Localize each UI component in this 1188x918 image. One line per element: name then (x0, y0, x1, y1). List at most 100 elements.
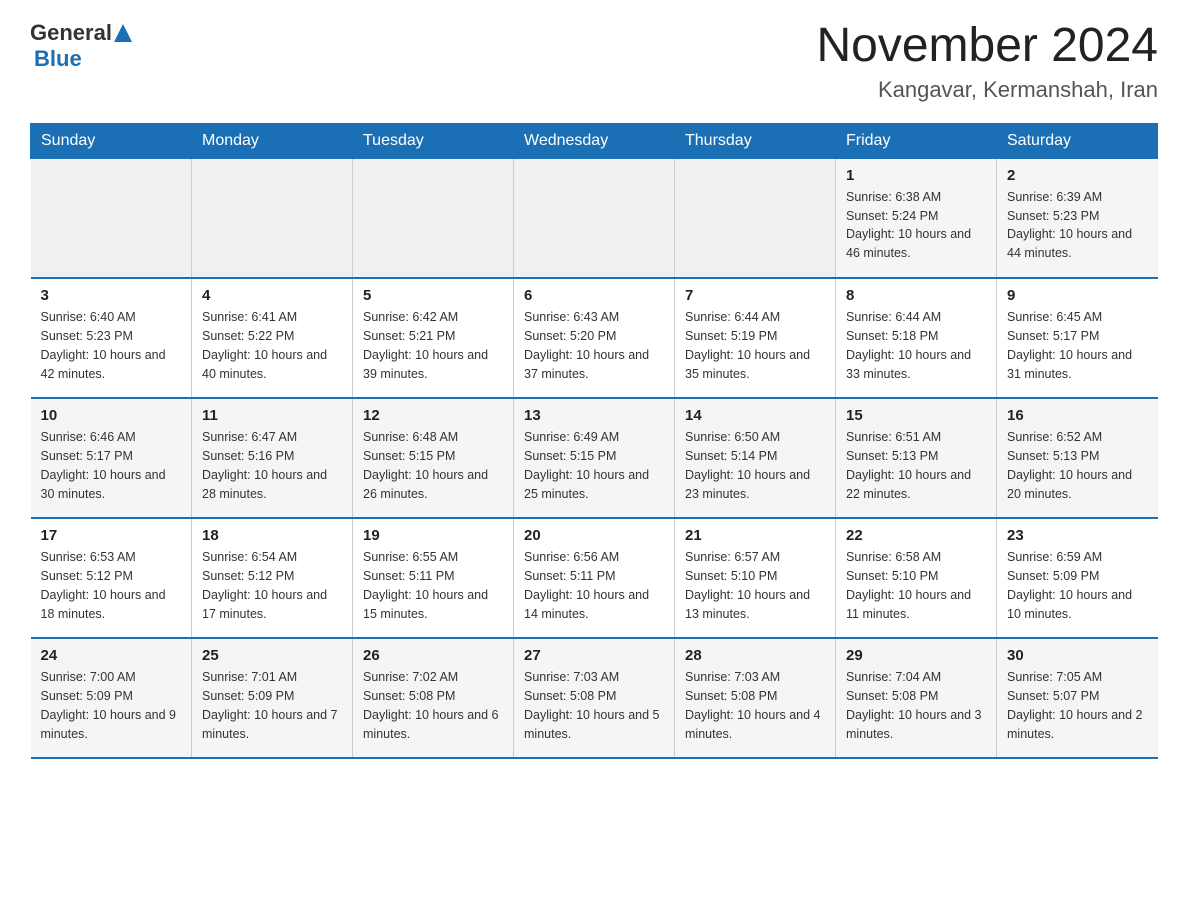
day-number: 23 (1007, 527, 1148, 544)
calendar-cell: 23 Sunrise: 6:59 AM Sunset: 5:09 PM Dayli… (997, 518, 1158, 638)
day-number: 11 (202, 407, 342, 424)
calendar-week-row: 17 Sunrise: 6:53 AM Sunset: 5:12 PM Dayli… (31, 518, 1158, 638)
day-info: Sunrise: 6:39 AM Sunset: 5:23 PM Dayligh… (1007, 188, 1148, 263)
day-info: Sunrise: 6:55 AM Sunset: 5:11 PM Dayligh… (363, 548, 503, 623)
day-info: Sunrise: 6:38 AM Sunset: 5:24 PM Dayligh… (846, 188, 986, 263)
calendar-cell: 14 Sunrise: 6:50 AM Sunset: 5:14 PM Dayli… (675, 398, 836, 518)
day-number: 27 (524, 647, 664, 664)
calendar-cell (31, 158, 192, 278)
day-number: 16 (1007, 407, 1148, 424)
weekday-header-monday: Monday (192, 123, 353, 158)
day-info: Sunrise: 6:54 AM Sunset: 5:12 PM Dayligh… (202, 548, 342, 623)
day-number: 28 (685, 647, 825, 664)
calendar-cell: 7 Sunrise: 6:44 AM Sunset: 5:19 PM Daylig… (675, 278, 836, 398)
day-info: Sunrise: 6:44 AM Sunset: 5:19 PM Dayligh… (685, 308, 825, 383)
calendar-cell: 10 Sunrise: 6:46 AM Sunset: 5:17 PM Dayli… (31, 398, 192, 518)
weekday-header-tuesday: Tuesday (353, 123, 514, 158)
day-number: 4 (202, 287, 342, 304)
calendar-week-row: 1 Sunrise: 6:38 AM Sunset: 5:24 PM Daylig… (31, 158, 1158, 278)
day-info: Sunrise: 6:49 AM Sunset: 5:15 PM Dayligh… (524, 428, 664, 503)
day-number: 24 (41, 647, 182, 664)
logo-blue-text: Blue (34, 46, 82, 71)
day-info: Sunrise: 7:03 AM Sunset: 5:08 PM Dayligh… (685, 668, 825, 743)
calendar-cell: 28 Sunrise: 7:03 AM Sunset: 5:08 PM Dayli… (675, 638, 836, 758)
weekday-header-thursday: Thursday (675, 123, 836, 158)
logo: General Blue (30, 20, 132, 72)
day-info: Sunrise: 6:48 AM Sunset: 5:15 PM Dayligh… (363, 428, 503, 503)
location-subtitle: Kangavar, Kermanshah, Iran (816, 77, 1158, 103)
day-info: Sunrise: 6:59 AM Sunset: 5:09 PM Dayligh… (1007, 548, 1148, 623)
weekday-header-saturday: Saturday (997, 123, 1158, 158)
calendar-cell: 29 Sunrise: 7:04 AM Sunset: 5:08 PM Dayli… (836, 638, 997, 758)
day-info: Sunrise: 6:46 AM Sunset: 5:17 PM Dayligh… (41, 428, 182, 503)
day-info: Sunrise: 6:47 AM Sunset: 5:16 PM Dayligh… (202, 428, 342, 503)
calendar-cell (192, 158, 353, 278)
day-info: Sunrise: 6:50 AM Sunset: 5:14 PM Dayligh… (685, 428, 825, 503)
day-number: 29 (846, 647, 986, 664)
logo-general-text: General (30, 20, 112, 46)
calendar-cell: 9Sunrise: 6:45 AM Sunset: 5:17 PM Daylig… (997, 278, 1158, 398)
day-number: 10 (41, 407, 182, 424)
day-info: Sunrise: 7:02 AM Sunset: 5:08 PM Dayligh… (363, 668, 503, 743)
day-info: Sunrise: 6:56 AM Sunset: 5:11 PM Dayligh… (524, 548, 664, 623)
day-number: 8 (846, 287, 986, 304)
day-info: Sunrise: 6:51 AM Sunset: 5:13 PM Dayligh… (846, 428, 986, 503)
day-info: Sunrise: 6:53 AM Sunset: 5:12 PM Dayligh… (41, 548, 182, 623)
calendar-cell: 18Sunrise: 6:54 AM Sunset: 5:12 PM Dayli… (192, 518, 353, 638)
month-year-title: November 2024 (816, 20, 1158, 73)
day-number: 25 (202, 647, 342, 664)
calendar-cell: 26Sunrise: 7:02 AM Sunset: 5:08 PM Dayli… (353, 638, 514, 758)
day-info: Sunrise: 6:58 AM Sunset: 5:10 PM Dayligh… (846, 548, 986, 623)
calendar-cell: 27 Sunrise: 7:03 AM Sunset: 5:08 PM Dayli… (514, 638, 675, 758)
calendar-cell: 16 Sunrise: 6:52 AM Sunset: 5:13 PM Dayli… (997, 398, 1158, 518)
day-number: 22 (846, 527, 986, 544)
calendar-cell: 19Sunrise: 6:55 AM Sunset: 5:11 PM Dayli… (353, 518, 514, 638)
calendar-cell: 1 Sunrise: 6:38 AM Sunset: 5:24 PM Daylig… (836, 158, 997, 278)
calendar-header: SundayMondayTuesdayWednesdayThursdayFrid… (31, 123, 1158, 158)
day-info: Sunrise: 7:04 AM Sunset: 5:08 PM Dayligh… (846, 668, 986, 743)
day-info: Sunrise: 6:57 AM Sunset: 5:10 PM Dayligh… (685, 548, 825, 623)
calendar-cell: 15 Sunrise: 6:51 AM Sunset: 5:13 PM Dayli… (836, 398, 997, 518)
day-info: Sunrise: 7:05 AM Sunset: 5:07 PM Dayligh… (1007, 668, 1148, 743)
day-info: Sunrise: 7:00 AM Sunset: 5:09 PM Dayligh… (41, 668, 182, 743)
day-info: Sunrise: 6:43 AM Sunset: 5:20 PM Dayligh… (524, 308, 664, 383)
calendar-week-row: 24 Sunrise: 7:00 AM Sunset: 5:09 PM Dayli… (31, 638, 1158, 758)
calendar-table: SundayMondayTuesdayWednesdayThursdayFrid… (30, 123, 1158, 760)
calendar-cell (514, 158, 675, 278)
page-header: General Blue November 2024 Kangavar, Ker… (30, 20, 1158, 103)
weekday-header-friday: Friday (836, 123, 997, 158)
day-number: 17 (41, 527, 182, 544)
day-info: Sunrise: 6:42 AM Sunset: 5:21 PM Dayligh… (363, 308, 503, 383)
weekday-header-wednesday: Wednesday (514, 123, 675, 158)
calendar-cell: 6 Sunrise: 6:43 AM Sunset: 5:20 PM Daylig… (514, 278, 675, 398)
day-info: Sunrise: 7:03 AM Sunset: 5:08 PM Dayligh… (524, 668, 664, 743)
calendar-cell: 30Sunrise: 7:05 AM Sunset: 5:07 PM Dayli… (997, 638, 1158, 758)
day-number: 21 (685, 527, 825, 544)
calendar-cell: 20 Sunrise: 6:56 AM Sunset: 5:11 PM Dayli… (514, 518, 675, 638)
day-info: Sunrise: 6:41 AM Sunset: 5:22 PM Dayligh… (202, 308, 342, 383)
day-number: 1 (846, 167, 986, 184)
day-info: Sunrise: 6:44 AM Sunset: 5:18 PM Dayligh… (846, 308, 986, 383)
day-number: 6 (524, 287, 664, 304)
calendar-cell (675, 158, 836, 278)
calendar-cell: 4 Sunrise: 6:41 AM Sunset: 5:22 PM Daylig… (192, 278, 353, 398)
calendar-cell (353, 158, 514, 278)
calendar-cell: 24 Sunrise: 7:00 AM Sunset: 5:09 PM Dayli… (31, 638, 192, 758)
day-info: Sunrise: 6:40 AM Sunset: 5:23 PM Dayligh… (41, 308, 182, 383)
calendar-cell: 5Sunrise: 6:42 AM Sunset: 5:21 PM Daylig… (353, 278, 514, 398)
weekday-header-sunday: Sunday (31, 123, 192, 158)
day-number: 12 (363, 407, 503, 424)
day-number: 20 (524, 527, 664, 544)
day-number: 2 (1007, 167, 1148, 184)
day-info: Sunrise: 6:52 AM Sunset: 5:13 PM Dayligh… (1007, 428, 1148, 503)
calendar-cell: 8 Sunrise: 6:44 AM Sunset: 5:18 PM Daylig… (836, 278, 997, 398)
day-number: 7 (685, 287, 825, 304)
day-number: 9 (1007, 287, 1148, 304)
calendar-week-row: 10 Sunrise: 6:46 AM Sunset: 5:17 PM Dayli… (31, 398, 1158, 518)
calendar-body: 1 Sunrise: 6:38 AM Sunset: 5:24 PM Daylig… (31, 158, 1158, 758)
day-number: 15 (846, 407, 986, 424)
calendar-cell: 3Sunrise: 6:40 AM Sunset: 5:23 PM Daylig… (31, 278, 192, 398)
day-number: 14 (685, 407, 825, 424)
weekday-header-row: SundayMondayTuesdayWednesdayThursdayFrid… (31, 123, 1158, 158)
calendar-cell: 13Sunrise: 6:49 AM Sunset: 5:15 PM Dayli… (514, 398, 675, 518)
